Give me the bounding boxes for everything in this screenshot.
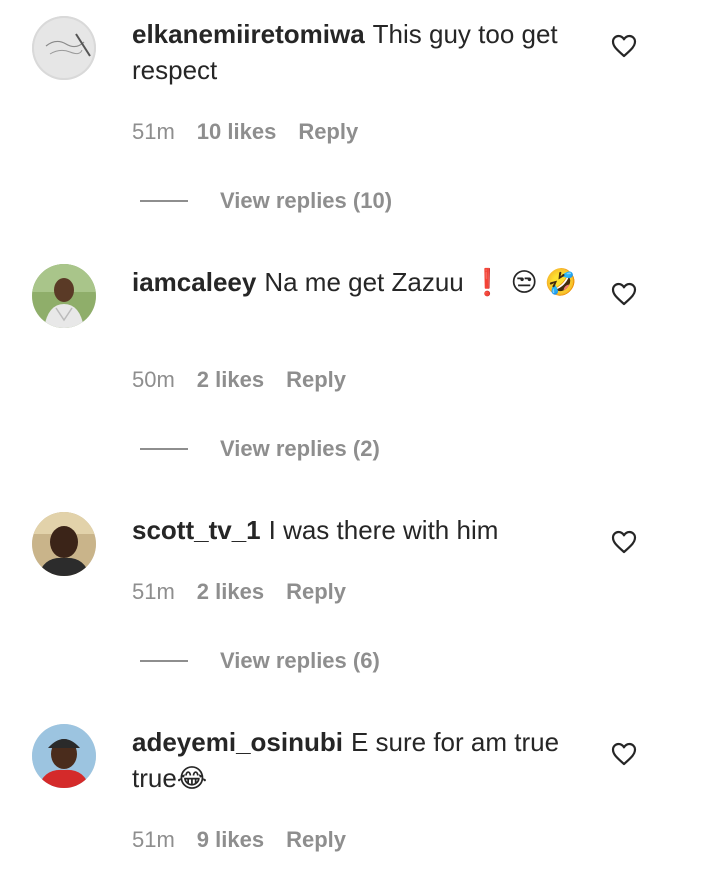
comment-meta: 51m 2 likes Reply — [132, 579, 368, 605]
comment-time: 51m — [132, 827, 175, 852]
view-replies-button[interactable]: View replies (2) — [220, 436, 380, 461]
avatar[interactable] — [32, 264, 96, 328]
comment-username[interactable]: adeyemi_osinubi — [132, 727, 343, 757]
heart-icon[interactable] — [611, 742, 637, 766]
view-replies-button[interactable]: View replies (10) — [220, 188, 392, 213]
comment-time: 51m — [132, 119, 175, 144]
replies-divider — [140, 448, 188, 451]
reply-button[interactable]: Reply — [286, 827, 346, 852]
comment-time: 51m — [132, 579, 175, 604]
heart-icon[interactable] — [611, 530, 637, 554]
likes-count[interactable]: 2 likes — [197, 367, 264, 392]
avatar[interactable] — [32, 512, 96, 576]
comment-meta: 51m 10 likes Reply — [132, 119, 380, 145]
view-replies[interactable]: View replies (2) — [140, 436, 380, 462]
comment-text: iamcaleey Na me get Zazuu ❗ 😒 🤣 — [132, 264, 587, 300]
comment-username[interactable]: elkanemiiretomiwa — [132, 19, 365, 49]
comment-body: I was there with him — [268, 515, 499, 545]
view-replies[interactable]: View replies (6) — [140, 648, 380, 674]
comment-username[interactable]: scott_tv_1 — [132, 515, 261, 545]
reply-button[interactable]: Reply — [286, 367, 346, 392]
replies-divider — [140, 200, 188, 203]
likes-count[interactable]: 10 likes — [197, 119, 277, 144]
view-replies[interactable]: View replies (10) — [140, 188, 392, 214]
comment-text: scott_tv_1 I was there with him — [132, 512, 587, 548]
comment-body: Na me get Zazuu ❗ 😒 🤣 — [264, 267, 578, 297]
avatar[interactable] — [32, 724, 96, 788]
comment-username[interactable]: iamcaleey — [132, 267, 256, 297]
comment-text: adeyemi_osinubi E sure for am true true😂 — [132, 724, 587, 796]
reply-button[interactable]: Reply — [286, 579, 346, 604]
heart-icon[interactable] — [611, 282, 637, 306]
likes-count[interactable]: 2 likes — [197, 579, 264, 604]
replies-divider — [140, 660, 188, 663]
comment-time: 50m — [132, 367, 175, 392]
heart-icon[interactable] — [611, 34, 637, 58]
view-replies-button[interactable]: View replies (6) — [220, 648, 380, 673]
reply-button[interactable]: Reply — [298, 119, 358, 144]
avatar[interactable] — [32, 16, 96, 80]
comment-meta: 51m 9 likes Reply — [132, 827, 368, 853]
comment-text: elkanemiiretomiwa This guy too get respec… — [132, 16, 587, 88]
likes-count[interactable]: 9 likes — [197, 827, 264, 852]
comment-meta: 50m 2 likes Reply — [132, 367, 368, 393]
